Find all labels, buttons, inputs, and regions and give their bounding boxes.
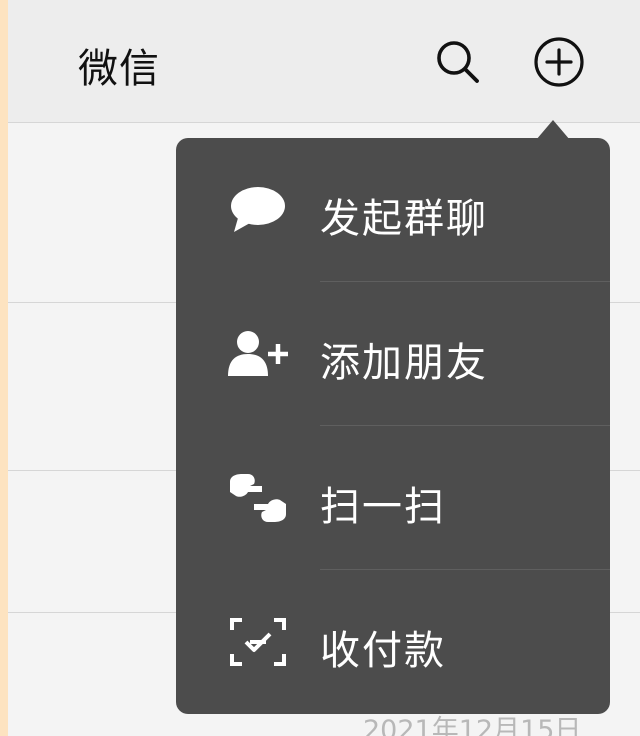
menu-pointer <box>536 120 570 140</box>
search-button[interactable] <box>430 34 486 90</box>
payment-icon <box>226 612 290 672</box>
wechat-screen: 2021年12月15日 微信 发起群聊 添加朋友 扫一扫 收付款 <box>8 0 640 736</box>
chat-bubble-icon <box>226 180 290 240</box>
menu-item-scan[interactable]: 扫一扫 <box>176 426 610 570</box>
menu-item-label: 收付款 <box>320 628 446 674</box>
page-title: 微信 <box>78 46 160 92</box>
menu-item-payment[interactable]: 收付款 <box>176 570 610 714</box>
top-bar: 微信 <box>8 0 640 122</box>
menu-item-label: 扫一扫 <box>320 484 446 530</box>
search-icon <box>437 41 479 83</box>
menu-item-label: 添加朋友 <box>320 340 488 386</box>
menu-item-group-chat[interactable]: 发起群聊 <box>176 138 610 282</box>
add-popup-menu: 发起群聊 添加朋友 扫一扫 收付款 <box>176 138 610 714</box>
add-button[interactable] <box>531 34 587 90</box>
scan-icon <box>226 468 290 528</box>
menu-item-add-friend[interactable]: 添加朋友 <box>176 282 610 426</box>
add-friend-icon <box>226 324 290 384</box>
plus-circle-icon <box>534 37 584 87</box>
menu-item-label: 发起群聊 <box>320 196 488 242</box>
